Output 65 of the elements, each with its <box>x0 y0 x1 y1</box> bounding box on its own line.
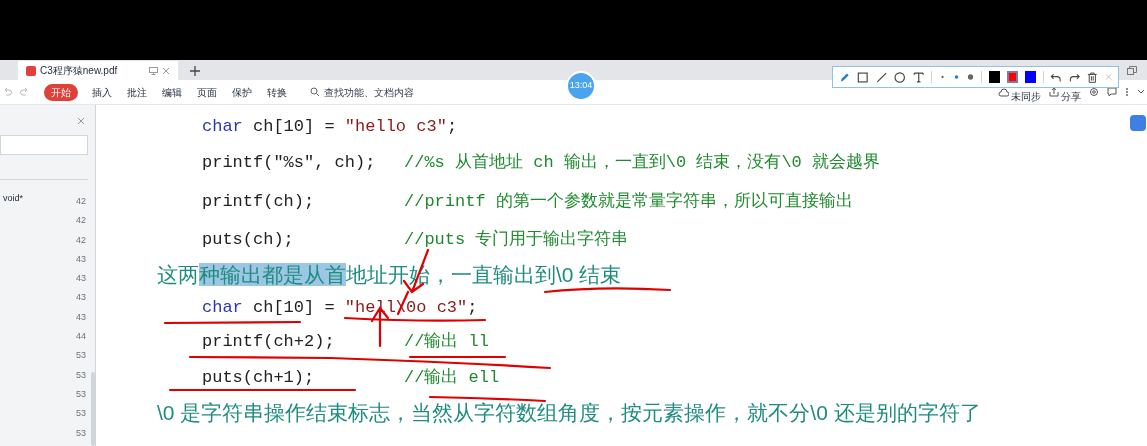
page-number: 43 <box>76 272 86 286</box>
chevron-down-icon[interactable] <box>1137 89 1145 95</box>
share-icon[interactable] <box>1049 87 1059 97</box>
code-line: printf(″%s″, ch); <box>202 152 377 174</box>
search-icon <box>310 87 320 97</box>
page-number: 53 <box>76 387 86 401</box>
ribbon-tab[interactable]: 保护 <box>231 84 253 100</box>
new-tab-icon[interactable] <box>190 66 200 76</box>
document-tab[interactable]: C3程序猿new.pdf <box>18 61 178 80</box>
cloud-icon[interactable] <box>998 87 1009 97</box>
share-button[interactable]: 分享 <box>1061 92 1081 102</box>
ribbon-tab[interactable]: 页面 <box>196 84 218 100</box>
page-number: 53 <box>76 426 86 440</box>
page-number: 43 <box>76 291 86 305</box>
page-number: 42 <box>76 233 86 247</box>
line-icon[interactable] <box>875 70 888 84</box>
close-icon[interactable] <box>77 117 85 125</box>
ellipse-icon[interactable] <box>894 70 906 84</box>
page-number: 53 <box>76 407 86 421</box>
search-field[interactable] <box>0 135 88 155</box>
search-field[interactable]: 查找功能、文档内容 <box>310 84 414 100</box>
note-text: \0 是字符串操作结束标志，当然从字符数组角度，按元素操作，就不分\0 还是别的字符了 <box>157 400 981 427</box>
monitor-icon[interactable] <box>149 66 158 75</box>
page-number: 53 <box>76 368 86 382</box>
settings-icon[interactable] <box>1089 87 1099 97</box>
pdf-icon <box>26 65 36 76</box>
app-icon[interactable] <box>1130 115 1146 131</box>
ribbon-tab[interactable]: 转换 <box>266 84 288 100</box>
comment-icon[interactable] <box>1107 87 1117 97</box>
tab-title: C3程序猿new.pdf <box>40 64 119 78</box>
code-comment: //输出 ll <box>404 331 489 354</box>
pen-size-dot[interactable] <box>953 73 961 81</box>
sync-status[interactable]: 未同步 <box>1011 92 1041 102</box>
ribbon-tab[interactable]: 批注 <box>126 84 148 100</box>
close-icon[interactable] <box>162 66 170 75</box>
text-tool-icon[interactable] <box>912 70 925 84</box>
color-swatch[interactable] <box>1024 71 1036 83</box>
code-line: puts(ch+1); <box>202 366 316 389</box>
ribbon-tab[interactable]: 开始 <box>44 83 78 101</box>
color-swatch[interactable] <box>989 71 1000 83</box>
code-comment: //puts 专门用于输出字符串 <box>404 228 629 251</box>
page-number: 43 <box>76 252 86 266</box>
ribbon-tab[interactable]: 编辑 <box>161 84 183 100</box>
page-number: 42 <box>76 195 86 208</box>
page-number: 42 <box>76 214 86 228</box>
code-comment: //printf 的第一个参数就是常量字符串，所以可直接输出 <box>404 190 853 213</box>
outline-entry[interactable]: void* <box>3 192 76 446</box>
ribbon-tab[interactable]: 插入 <box>91 84 113 100</box>
code-line: puts(ch); <box>202 228 295 251</box>
code-line: char ch[10] = ″hello c3″; <box>202 116 458 138</box>
code-line: printf(ch+2); <box>202 331 336 353</box>
trash-icon[interactable] <box>1087 70 1098 84</box>
page-number: 44 <box>76 330 86 344</box>
code-comment: //%s 从首地址 ch 输出，一直到\0 结束，没有\0 就会越界 <box>404 152 881 175</box>
code-line: printf(ch); <box>202 190 316 213</box>
rectangle-icon[interactable] <box>857 70 869 84</box>
page-number: 53 <box>76 349 86 363</box>
pen-size-dot[interactable] <box>967 73 975 81</box>
page-number: 43 <box>76 310 86 324</box>
more-icon[interactable] <box>1125 87 1129 97</box>
pen-size-dot[interactable] <box>939 73 947 81</box>
scrollbar-thumb[interactable] <box>91 372 95 446</box>
restore-window-icon[interactable] <box>1127 66 1137 75</box>
color-swatch[interactable] <box>1006 71 1018 83</box>
code-comment: //输出 ell <box>404 366 500 389</box>
